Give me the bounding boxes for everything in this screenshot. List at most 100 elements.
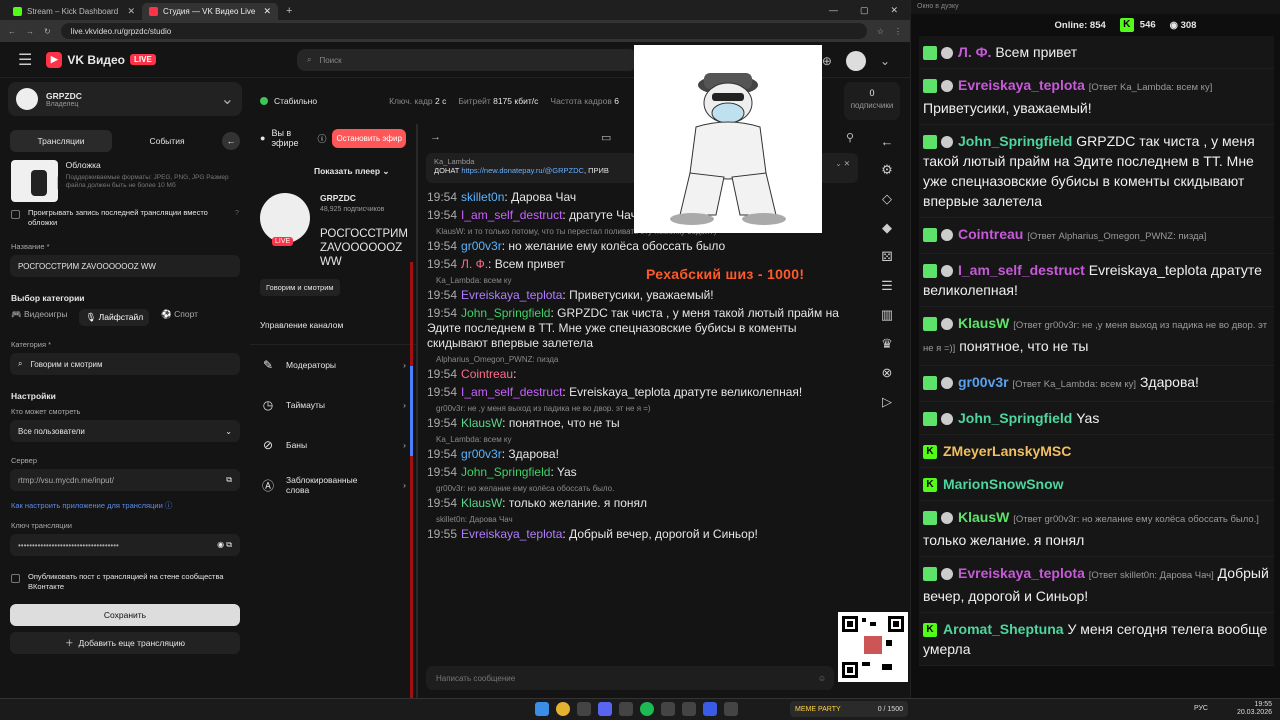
chart-icon[interactable]: ▥ bbox=[881, 307, 893, 323]
bans-item[interactable]: ⊘ Баны › bbox=[250, 425, 416, 465]
copy-icon[interactable]: ⧉ bbox=[226, 475, 232, 485]
play-last-checkbox[interactable] bbox=[11, 210, 20, 219]
hamburger-menu-icon[interactable]: ☰ bbox=[18, 50, 32, 70]
search-input[interactable]: ⌕ Поиск bbox=[297, 49, 637, 71]
video-icon[interactable]: ▷ bbox=[882, 394, 892, 410]
message-author[interactable]: Cointreau bbox=[461, 367, 513, 381]
arrow-right-icon[interactable]: → bbox=[430, 131, 441, 143]
stream-channel-name[interactable]: GRPZDC bbox=[320, 193, 420, 203]
publish-post-checkbox[interactable] bbox=[11, 574, 20, 583]
trophy-icon[interactable]: ♛ bbox=[881, 336, 893, 352]
kick-badge-icon: K bbox=[923, 623, 937, 638]
info-icon[interactable]: ⓘ bbox=[317, 132, 326, 145]
message-author[interactable]: Evreiskaya_teplota bbox=[461, 288, 562, 302]
back-icon[interactable]: ← bbox=[8, 27, 16, 36]
app-icon[interactable] bbox=[682, 702, 696, 716]
message-author[interactable]: gr00v3r bbox=[461, 239, 502, 253]
tab-events[interactable]: События bbox=[116, 130, 218, 152]
eye-icon[interactable]: ◉ ⧉ bbox=[217, 540, 232, 550]
close-tab-icon[interactable]: ✕ bbox=[263, 6, 271, 17]
chat-input[interactable]: Написать сообщение ☺ bbox=[426, 666, 834, 690]
tab-kick-dashboard[interactable]: Stream – Kick Dashboard ✕ bbox=[6, 3, 142, 20]
list-icon[interactable]: ☰ bbox=[881, 278, 893, 294]
stop-stream-button[interactable]: Остановить эфир bbox=[332, 128, 406, 148]
howto-link[interactable]: Как настроить приложение для трансляции … bbox=[11, 500, 239, 511]
tab-streams[interactable]: Трансляции bbox=[10, 130, 112, 152]
message-author[interactable]: gr00v3r bbox=[461, 447, 502, 461]
timeouts-item[interactable]: ◷ Таймауты › bbox=[250, 385, 416, 425]
steam-icon[interactable] bbox=[619, 702, 633, 716]
reload-icon[interactable]: ↻ bbox=[44, 27, 51, 36]
language-indicator[interactable]: РУС bbox=[1194, 705, 1208, 712]
moderators-item[interactable]: ✎ Модераторы › bbox=[250, 345, 416, 385]
message-author[interactable]: skillet0n bbox=[461, 190, 504, 204]
start-icon[interactable] bbox=[535, 702, 549, 716]
cover-thumbnail[interactable] bbox=[11, 160, 58, 202]
menu-icon[interactable]: ⋮ bbox=[894, 27, 902, 36]
category-sport[interactable]: ⚽ Спорт bbox=[161, 309, 198, 326]
chevron-down-icon[interactable]: ⌄ bbox=[880, 54, 890, 68]
add-stream-button[interactable]: ＋ Добавить еще трансляцию bbox=[10, 632, 240, 654]
star-icon[interactable]: ☆ bbox=[877, 27, 884, 36]
collapse-panel-icon[interactable]: ← bbox=[222, 132, 240, 150]
channel-selector[interactable]: GRPZDC Владелец ⌄ bbox=[8, 82, 242, 116]
diamond-icon[interactable]: ◇ bbox=[882, 191, 892, 207]
chat-bubble-icon[interactable]: ▭ bbox=[601, 131, 611, 144]
vk-logo[interactable]: ▶ VK Видео LIVE bbox=[46, 51, 156, 68]
maximize-icon[interactable]: ▢ bbox=[860, 5, 869, 16]
emoji-icon[interactable]: ☺ bbox=[818, 674, 826, 683]
overlay-message: K MarionSnowSnow bbox=[919, 468, 1274, 501]
blocked-words-item[interactable]: Ⓐ Заблокированные слова › bbox=[250, 465, 416, 505]
message-author[interactable]: KlausW bbox=[461, 416, 502, 430]
category-lifestyle[interactable]: 🎙 Лайфстайл bbox=[79, 309, 150, 326]
arrow-left-icon[interactable]: ← bbox=[881, 134, 894, 149]
add-icon[interactable]: ⊕ bbox=[822, 54, 832, 68]
minimize-icon[interactable]: — bbox=[829, 5, 838, 16]
user-avatar[interactable] bbox=[845, 51, 866, 71]
kick-favicon-icon bbox=[13, 7, 22, 16]
show-player-button[interactable]: Показать плеер ⌄ bbox=[314, 166, 416, 177]
cartoon-character-image bbox=[670, 73, 786, 225]
new-tab-button[interactable]: + bbox=[278, 5, 300, 20]
pin-icon[interactable]: ⚲ bbox=[846, 131, 854, 144]
who-can-watch-select[interactable]: Все пользователи ⌄ bbox=[10, 420, 240, 442]
message-author[interactable]: Л. Ф. bbox=[461, 257, 488, 271]
on-air-label: Вы в эфире bbox=[271, 128, 299, 148]
message-author[interactable]: Evreiskaya_teplota bbox=[461, 527, 562, 541]
forward-icon[interactable]: → bbox=[26, 27, 34, 36]
files-icon[interactable] bbox=[577, 702, 591, 716]
message-author[interactable]: I_am_self_destruct bbox=[461, 208, 562, 222]
category-tag[interactable]: Говорим и смотрим bbox=[260, 279, 340, 296]
server-field[interactable]: rtmp://vsu.mycdn.me/input/ ⧉ bbox=[10, 469, 240, 491]
message-author[interactable]: John_Springfield bbox=[461, 306, 550, 320]
message-text: но желание ему колёса обоссать было bbox=[508, 239, 726, 253]
gem-icon[interactable]: ◆ bbox=[882, 220, 892, 236]
close-window-icon[interactable]: ✕ bbox=[890, 5, 898, 16]
pinned-link[interactable]: https://new.donatepay.ru/@GRPZDC bbox=[461, 166, 584, 175]
discord-icon[interactable] bbox=[598, 702, 612, 716]
close-icon[interactable]: ⌄ ✕ bbox=[835, 159, 850, 168]
help-icon[interactable]: ? bbox=[235, 208, 239, 218]
message-author[interactable]: KlausW bbox=[461, 496, 502, 510]
block-chat-icon[interactable]: ⊗ bbox=[882, 365, 893, 381]
clock[interactable]: 19:55 20.03.2026 bbox=[1237, 701, 1272, 717]
message-author[interactable]: John_Springfield bbox=[461, 465, 550, 479]
spotify-icon[interactable] bbox=[640, 702, 654, 716]
stream-key-field[interactable]: •••••••••••••••••••••••••••••••••••• ◉ ⧉ bbox=[10, 534, 240, 556]
media-icon[interactable] bbox=[703, 702, 717, 716]
obs-icon[interactable] bbox=[661, 702, 675, 716]
settings-icon[interactable]: ⚙ bbox=[881, 162, 893, 178]
url-field[interactable]: live.vkvideo.ru/grpzdc/studio bbox=[60, 23, 867, 39]
save-button[interactable]: Сохранить bbox=[10, 604, 240, 626]
category-input[interactable]: ⌕ Говорим и смотрим bbox=[10, 353, 240, 375]
stream-name-input[interactable]: РОСГОССТРИМ ZAVOOOOOOZ WW bbox=[10, 255, 240, 277]
chrome-icon[interactable] bbox=[556, 702, 570, 716]
chat-left-accent bbox=[410, 262, 413, 720]
message-author[interactable]: I_am_self_destruct bbox=[461, 385, 562, 399]
tab-vk-studio[interactable]: Студия — VK Видео Live ✕ bbox=[142, 3, 278, 20]
dice-icon[interactable]: ⚄ bbox=[881, 249, 892, 265]
close-tab-icon[interactable]: ✕ bbox=[127, 6, 135, 17]
browser-icon[interactable] bbox=[724, 702, 738, 716]
category-videogames[interactable]: 🎮 Видеоигры bbox=[11, 309, 67, 326]
overlay-author: ZMeyerLanskyMSC bbox=[943, 443, 1072, 459]
